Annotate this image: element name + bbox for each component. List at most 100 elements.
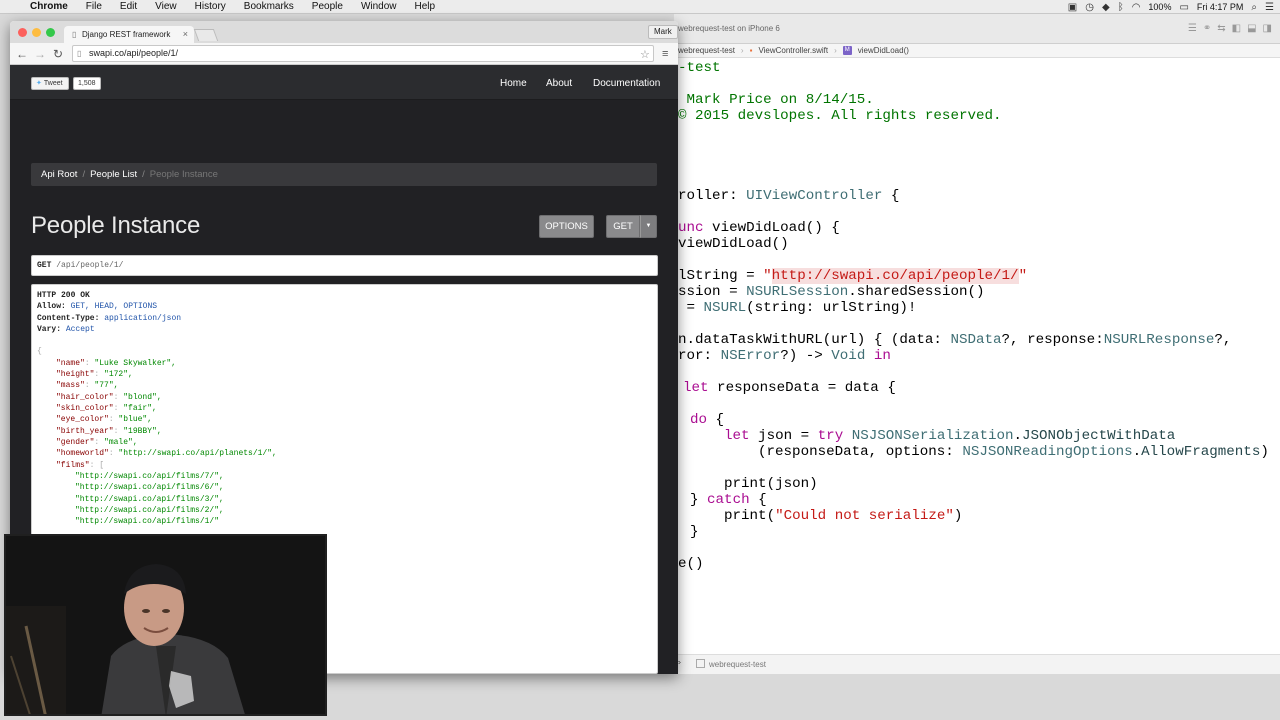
code-token: Void: [831, 348, 866, 364]
code-line: (responseData, options: NSJSONReadingOpt…: [758, 444, 1269, 460]
code-token: json =: [749, 428, 818, 444]
code-line: n.dataTaskWithURL(url) { (data: NSData?,…: [678, 332, 1231, 348]
json-array-item: "http://swapi.co/api/films/2/",: [75, 506, 224, 515]
code-line: let responseData = data {: [683, 380, 896, 396]
tweet-label: Tweet: [43, 80, 63, 87]
response-status: HTTP 200 OK: [37, 291, 90, 300]
nav-home[interactable]: Home: [500, 78, 527, 89]
new-tab-button[interactable]: [193, 29, 219, 41]
caret-down-icon[interactable]: ▼: [640, 215, 657, 238]
json-key: "gender": [56, 438, 95, 447]
code-token: let: [683, 380, 709, 396]
code-token: print(: [724, 508, 776, 524]
navigator-toggle-icon[interactable]: ◧: [1232, 23, 1241, 34]
jumpbar-project[interactable]: webrequest-test: [678, 46, 735, 55]
code-line: e(): [678, 556, 704, 572]
json-brace: {: [37, 347, 42, 356]
page-favicon-icon: ▯: [72, 30, 77, 39]
version-editor-icon[interactable]: ⇆: [1217, 23, 1225, 34]
code-token: ror:: [678, 348, 721, 364]
code-line: viewDidLoad(): [678, 236, 789, 252]
tweet-count: 1,508: [73, 77, 101, 90]
json-key: "homeworld": [56, 449, 109, 458]
swift-file-icon: ▪: [749, 46, 753, 55]
window-close-button[interactable]: [18, 28, 27, 37]
xcode-scheme-label[interactable]: webrequest-test on iPhone 6: [678, 24, 780, 33]
utilities-toggle-icon[interactable]: ◨: [1263, 23, 1272, 34]
json-field: "mass": "77",: [56, 381, 119, 390]
battery-percent: 100%: [1148, 2, 1172, 12]
breadcrumb-api-root[interactable]: Api Root: [41, 169, 77, 180]
menu-app-name[interactable]: Chrome: [26, 1, 77, 12]
code-token: NSJSONSerialization: [851, 428, 1014, 444]
code-token: in: [865, 348, 891, 364]
nav-documentation[interactable]: Documentation: [593, 78, 660, 89]
tweet-button[interactable]: ✦ Tweet: [31, 77, 69, 90]
window-minimize-button[interactable]: [32, 28, 41, 37]
time-machine-icon[interactable]: ◷: [1085, 2, 1094, 13]
code-line: unc viewDidLoad() {: [678, 220, 840, 236]
notification-center-icon[interactable]: ☰: [1265, 2, 1274, 13]
tab-close-icon[interactable]: ×: [183, 29, 188, 39]
menu-file[interactable]: File: [77, 1, 111, 12]
code-token: let: [724, 428, 750, 444]
debug-toggle-icon[interactable]: ⬓: [1247, 23, 1256, 34]
clock[interactable]: Fri 4:17 PM: [1197, 2, 1244, 12]
json-array-item: "http://swapi.co/api/films/6/",: [75, 483, 224, 492]
breadcrumb-people-list[interactable]: People List: [90, 169, 137, 180]
json-field: "films": [: [56, 461, 105, 470]
bookmark-star-icon[interactable]: ☆: [640, 48, 650, 61]
profile-button[interactable]: Mark: [648, 25, 678, 39]
menu-people[interactable]: People: [303, 1, 352, 12]
menu-history[interactable]: History: [186, 1, 235, 12]
forward-arrow-icon[interactable]: →: [34, 47, 46, 61]
code-token: (responseData, options:: [758, 444, 963, 460]
method-icon: M: [842, 46, 852, 55]
menu-window[interactable]: Window: [352, 1, 406, 12]
menu-view[interactable]: View: [146, 1, 186, 12]
code-line: let json = try NSJSONSerialization.JSONO…: [724, 428, 1175, 444]
nav-about[interactable]: About: [546, 78, 572, 89]
code-editor[interactable]: -test Mark Price on 8/14/15. © 2015 devs…: [674, 60, 1280, 654]
menu-help[interactable]: Help: [406, 1, 445, 12]
get-button[interactable]: GET: [606, 215, 640, 238]
window-zoom-button[interactable]: [46, 28, 55, 37]
dropbox-icon[interactable]: ◆: [1102, 2, 1110, 13]
json-value: "19BBY",: [123, 427, 162, 436]
json-field: "eye_color": "blue",: [56, 415, 153, 424]
twitter-bird-icon: ✦: [36, 80, 42, 87]
code-token: =: [678, 300, 704, 316]
jumpbar-file[interactable]: ViewController.swift: [758, 46, 828, 55]
request-info: GET /api/people/1/: [31, 255, 658, 276]
code-token: (string: urlString)!: [746, 300, 917, 316]
tab-strip: ▯ Django REST framework × Mark: [10, 21, 678, 43]
code-token: NSData: [950, 332, 1002, 348]
assistant-editor-icon[interactable]: ⚭: [1203, 23, 1211, 34]
menu-edit[interactable]: Edit: [111, 1, 146, 12]
code-token: NSJSONReadingOptions: [962, 444, 1133, 460]
json-value: "172",: [104, 370, 133, 379]
camera-icon[interactable]: ▣: [1068, 2, 1077, 13]
address-bar[interactable]: ▯ swapi.co/api/people/1/: [72, 45, 654, 62]
header-key: Content-Type:: [37, 314, 100, 323]
menu-bookmarks[interactable]: Bookmarks: [235, 1, 303, 12]
wifi-icon[interactable]: ◠: [1132, 2, 1141, 13]
json-value: "fair",: [123, 404, 157, 413]
standard-editor-icon[interactable]: ☰: [1188, 23, 1197, 34]
code-token: do: [690, 412, 708, 428]
code-token: .sharedSession(): [848, 284, 985, 300]
reload-icon[interactable]: ↻: [53, 47, 63, 61]
battery-icon[interactable]: ▭: [1179, 2, 1188, 13]
chevron-right-icon: ›: [834, 46, 837, 55]
xcode-jump-bar: webrequest-test › ▪ ViewController.swift…: [674, 44, 1280, 58]
spotlight-search-icon[interactable]: ⌕: [1251, 2, 1257, 13]
browser-tab[interactable]: ▯ Django REST framework ×: [64, 26, 194, 43]
options-button[interactable]: OPTIONS: [539, 215, 594, 238]
code-token: n.dataTaskWithURL(url) { (data:: [678, 332, 951, 348]
back-arrow-icon[interactable]: ←: [16, 47, 28, 61]
json-key: "height": [56, 370, 95, 379]
json-value: [: [99, 461, 105, 470]
bluetooth-icon[interactable]: ᛒ: [1118, 2, 1124, 13]
jumpbar-symbol[interactable]: viewDidLoad(): [858, 46, 909, 55]
hamburger-menu-icon[interactable]: ≡: [662, 48, 668, 60]
